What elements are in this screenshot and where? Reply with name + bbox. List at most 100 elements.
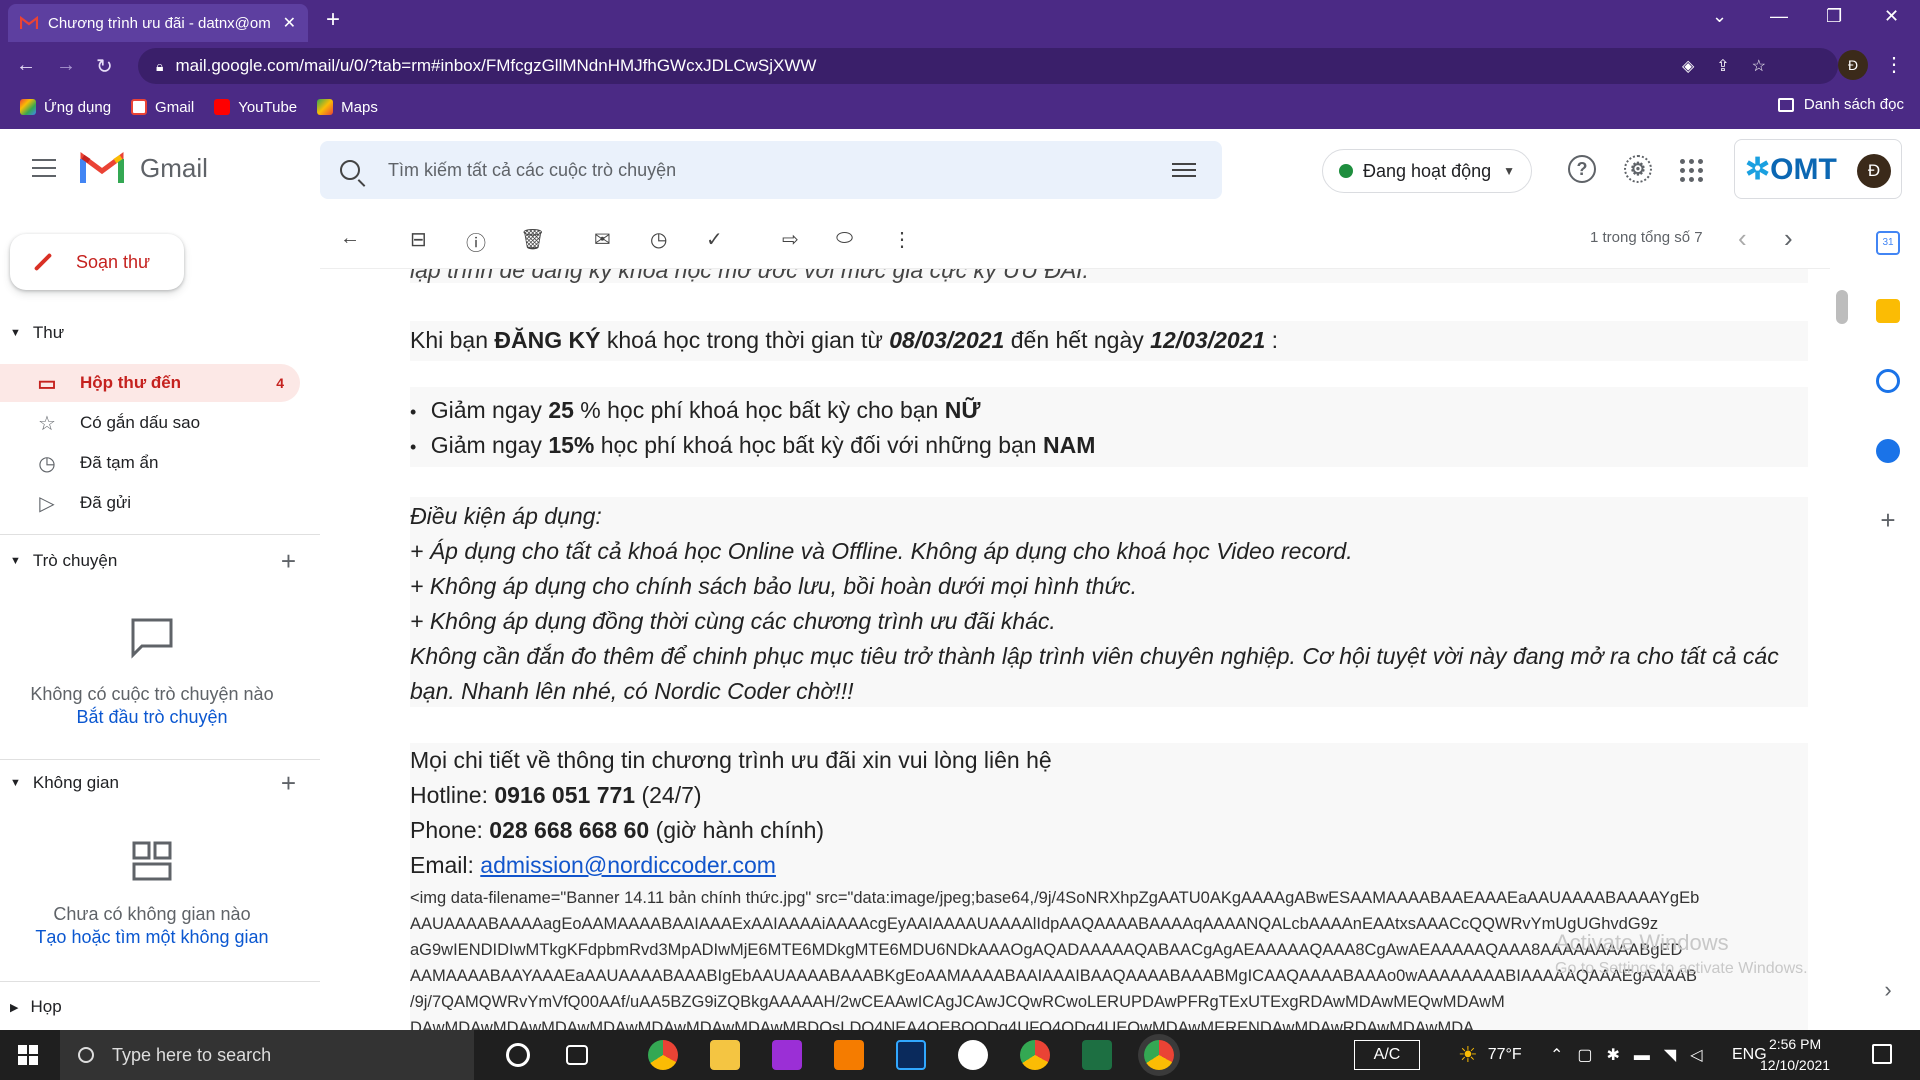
- search-icon[interactable]: [340, 160, 360, 180]
- create-space-link[interactable]: Tạo hoặc tìm một không gian: [0, 927, 304, 948]
- get-addons-icon[interactable]: +: [1876, 507, 1900, 533]
- forward-icon[interactable]: →: [56, 54, 76, 77]
- archive-icon[interactable]: ⊟: [410, 227, 427, 252]
- content-block: [410, 497, 1808, 707]
- zalo-icon[interactable]: [958, 1040, 988, 1070]
- sidebar-item-starred[interactable]: ☆ Có gắn dấu sao: [0, 404, 300, 442]
- add-task-icon[interactable]: ✓: [706, 227, 723, 252]
- restore-icon[interactable]: ❐: [1826, 6, 1842, 27]
- file-explorer-icon[interactable]: [710, 1040, 740, 1070]
- photoshop-icon[interactable]: [896, 1040, 926, 1070]
- delete-icon[interactable]: 🗑︎: [520, 227, 545, 252]
- bookmark-label: Ứng dụng: [44, 98, 112, 116]
- chat-empty-text: Không có cuộc trò chuyện nào: [30, 684, 274, 704]
- section-label: Trò chuyện: [32, 551, 118, 570]
- temperature: 77°F: [1487, 1046, 1522, 1063]
- google-apps-icon[interactable]: [1680, 159, 1703, 182]
- condition-line: + Không áp dụng cho chính sách bảo lưu, …: [410, 573, 1138, 599]
- url-text: mail.google.com/mail/u/0/?tab=rm#inbox/F…: [175, 56, 817, 75]
- chat-section-header[interactable]: ▼ Trò chuyện +: [10, 546, 310, 576]
- meet-section-header[interactable]: ▶ Họp: [10, 997, 310, 1017]
- show-side-panel-icon[interactable]: ›: [1876, 979, 1900, 1003]
- bookmark-gmail[interactable]: Gmail: [131, 99, 194, 116]
- weather-widget[interactable]: ☀ 77°F: [1458, 1030, 1522, 1080]
- label-icon[interactable]: ⬭: [836, 227, 853, 250]
- browser-profile-avatar[interactable]: Đ: [1838, 50, 1868, 80]
- close-window-icon[interactable]: ✕: [1884, 6, 1899, 27]
- url-bar[interactable]: 🔒︎ mail.google.com/mail/u/0/?tab=rm#inbo…: [138, 48, 1838, 84]
- search-bar[interactable]: Tìm kiếm tất cả các cuộc trò chuyện: [320, 141, 1222, 199]
- close-tab-icon[interactable]: ✕: [283, 13, 296, 33]
- activate-windows-hint: Go to Settings to activate Windows.: [1555, 960, 1808, 977]
- tab-search-icon[interactable]: ⌄: [1712, 6, 1727, 27]
- chrome-active-icon[interactable]: [1144, 1040, 1174, 1070]
- xampp-icon[interactable]: [834, 1040, 864, 1070]
- add-space-icon[interactable]: +: [281, 768, 296, 799]
- back-to-inbox-icon[interactable]: ←: [340, 227, 360, 250]
- compose-button[interactable]: Soạn thư: [10, 234, 184, 290]
- browser-menu-icon[interactable]: ⋮: [1884, 52, 1904, 77]
- cortana-icon[interactable]: [506, 1043, 530, 1067]
- account-switcher[interactable]: ✲OMT Đ: [1734, 139, 1902, 199]
- settings-gear-icon[interactable]: ⚙: [1624, 155, 1652, 183]
- windows-start-icon[interactable]: [18, 1045, 38, 1065]
- mail-section-header[interactable]: ▼ Thư: [10, 323, 310, 343]
- reload-icon[interactable]: ↻: [96, 54, 113, 79]
- tasks-icon[interactable]: [1876, 369, 1900, 393]
- notifications-icon[interactable]: [1872, 1044, 1892, 1064]
- back-icon[interactable]: ←: [16, 54, 36, 77]
- account-avatar[interactable]: Đ: [1857, 154, 1891, 188]
- search-options-icon[interactable]: [1172, 159, 1196, 179]
- email-link[interactable]: admission@nordiccoder.com: [480, 852, 776, 878]
- gmail-logo[interactable]: Gmail: [80, 151, 208, 185]
- add-chat-icon[interactable]: +: [281, 546, 296, 577]
- taskbar-search[interactable]: Type here to search: [60, 1030, 474, 1080]
- sidebar-item-snoozed[interactable]: ◷ Đã tạm ẩn: [0, 444, 300, 482]
- raw-code-line: <img data-filename="Banner 14.11 bản chí…: [410, 889, 1700, 907]
- sidebar-item-sent[interactable]: ▷ Đã gửi: [0, 484, 300, 522]
- ac-indicator[interactable]: A/C: [1354, 1040, 1420, 1070]
- help-icon[interactable]: ?: [1568, 155, 1596, 183]
- sidebar-item-label: Hộp thư đến: [80, 373, 182, 392]
- snooze-icon[interactable]: ◷: [650, 227, 667, 252]
- system-tray-icons[interactable]: ⌃▢✱▬◥◁: [1550, 1030, 1717, 1080]
- more-options-icon[interactable]: ⋮: [892, 227, 912, 252]
- sidebar-item-label: Đã tạm ẩn: [80, 453, 159, 472]
- inbox-icon: ▭: [37, 372, 57, 395]
- main-menu-icon[interactable]: [32, 159, 56, 177]
- report-spam-icon[interactable]: ⓘ: [466, 227, 486, 256]
- left-sidebar: Soạn thư ▼ Thư ▭ Hộp thư đến 4 ☆ Có gắn …: [0, 209, 320, 1029]
- contacts-icon[interactable]: [1876, 439, 1900, 463]
- lock-icon: 🔒︎: [156, 57, 164, 74]
- new-tab-button[interactable]: +: [326, 6, 340, 34]
- chat-bubble-icon: [131, 618, 173, 659]
- newer-icon[interactable]: ‹: [1738, 223, 1747, 254]
- minimize-icon[interactable]: —: [1770, 6, 1788, 27]
- sidebar-item-label: Có gắn dấu sao: [80, 413, 201, 432]
- sidebar-item-inbox[interactable]: ▭ Hộp thư đến 4: [0, 364, 300, 402]
- bookmark-youtube[interactable]: YouTube: [214, 99, 297, 116]
- spaces-section-header[interactable]: ▼ Không gian +: [10, 768, 310, 798]
- chrome-icon[interactable]: [648, 1040, 678, 1070]
- collapse-arrow-icon: ▼: [10, 327, 21, 339]
- older-icon[interactable]: ›: [1784, 223, 1793, 254]
- keep-icon[interactable]: [1876, 299, 1900, 323]
- side-panel-rail: 31 + ›: [1860, 209, 1920, 1029]
- omnibox-actions[interactable]: ◈⇪☆: [1682, 56, 1788, 76]
- compose-label: Soạn thư: [76, 251, 151, 272]
- bookmark-apps[interactable]: Ứng dụng: [20, 99, 111, 116]
- mark-unread-icon[interactable]: ✉: [594, 227, 611, 252]
- chrome-profile-icon[interactable]: [1020, 1040, 1050, 1070]
- excel-icon[interactable]: [1082, 1040, 1112, 1070]
- calendar-icon[interactable]: 31: [1876, 231, 1900, 255]
- start-chat-link[interactable]: Bắt đầu trò chuyện: [0, 707, 304, 728]
- bookmark-maps[interactable]: Maps: [317, 99, 378, 116]
- task-view-icon[interactable]: [566, 1045, 588, 1065]
- taskbar-clock[interactable]: 2:56 PM 12/10/2021: [1760, 1034, 1830, 1076]
- phpstorm-icon[interactable]: [772, 1040, 802, 1070]
- status-dropdown[interactable]: Đang hoạt động ▼: [1322, 149, 1532, 193]
- browser-tab[interactable]: Chương trình ưu đãi - datnx@om ✕: [8, 4, 308, 42]
- reading-list-button[interactable]: Danh sách đọc: [1777, 96, 1904, 113]
- scrollbar-thumb[interactable]: [1836, 290, 1848, 324]
- move-to-icon[interactable]: ⇨: [782, 227, 799, 252]
